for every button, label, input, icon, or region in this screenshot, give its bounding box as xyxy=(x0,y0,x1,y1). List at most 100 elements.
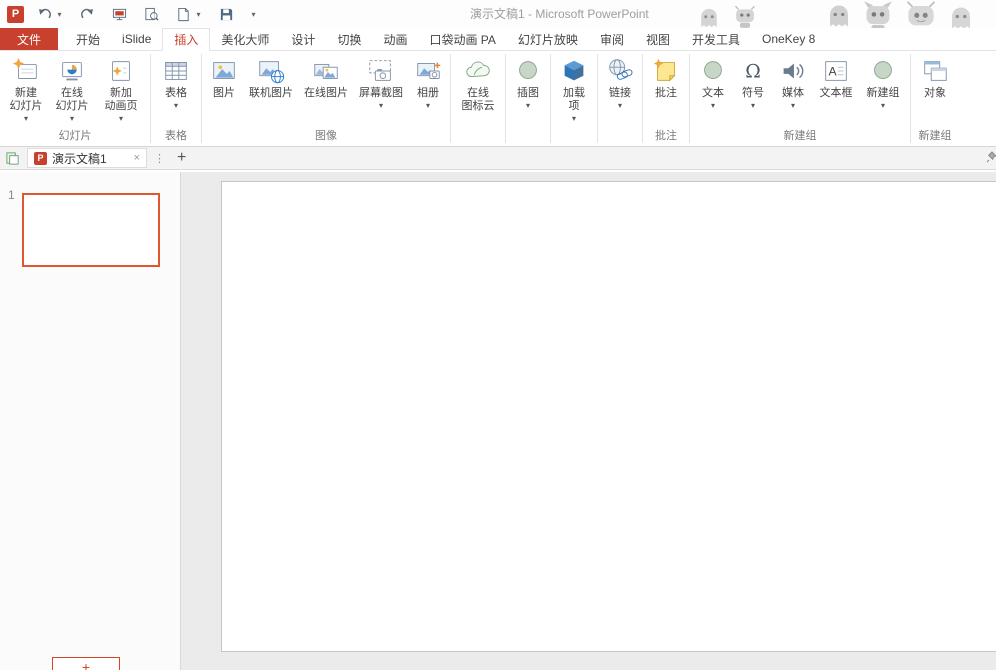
textbox-icon: A xyxy=(821,55,851,87)
add-slide-button[interactable]: + xyxy=(52,657,120,670)
online-slides-icon xyxy=(57,55,87,87)
undo-button[interactable] xyxy=(34,3,54,25)
pin-icon[interactable] xyxy=(986,151,996,166)
svg-text:Ω: Ω xyxy=(745,62,761,83)
button-label: 图片 xyxy=(213,87,235,100)
textbox-button[interactable]: A 文本框 xyxy=(813,51,859,129)
button-label: 符号 xyxy=(742,87,764,100)
print-preview-button[interactable] xyxy=(141,3,161,25)
symbol-button[interactable]: Ω 符号 xyxy=(733,51,773,129)
document-tab[interactable]: P 演示文稿1 × xyxy=(27,148,147,168)
slideshow-monitor-icon xyxy=(112,7,127,22)
button-label: 文本 xyxy=(702,87,724,100)
dropdown-caret-icon xyxy=(618,100,622,109)
tab-list-button[interactable] xyxy=(3,149,21,167)
new-document-dropdown-caret[interactable] xyxy=(193,3,204,25)
link-icon xyxy=(605,55,635,87)
tab-view[interactable]: 视图 xyxy=(635,28,681,50)
button-label: 对象 xyxy=(924,87,946,100)
comment-button[interactable]: 批注 xyxy=(646,51,686,129)
print-preview-icon xyxy=(144,7,159,22)
tab-review[interactable]: 审阅 xyxy=(589,28,635,50)
ribbon-group-icon-cloud: 在线 图标云 xyxy=(453,51,503,146)
table-button[interactable]: 表格 xyxy=(154,51,198,129)
ribbon-tab-row: 文件 开始 iSlide 插入 美化大师 设计 切换 动画 口袋动画 PA 幻灯… xyxy=(0,28,996,51)
group-label-empty xyxy=(454,129,502,146)
ribbon-group-slides: 新建 幻灯片 在线 幻灯片 新加 动画页 幻灯片 xyxy=(2,51,148,146)
text-button[interactable]: 文本 xyxy=(693,51,733,129)
save-button[interactable] xyxy=(216,3,236,25)
photo-album-button[interactable]: 相册 xyxy=(409,51,447,129)
dropdown-caret-icon xyxy=(751,100,755,109)
dropdown-caret-icon xyxy=(426,100,430,109)
online-icon-cloud-button[interactable]: 在线 图标云 xyxy=(454,51,502,129)
group-label-comments: 批注 xyxy=(646,129,686,146)
picture-button[interactable]: 图片 xyxy=(205,51,243,129)
redo-icon xyxy=(80,7,95,22)
add-tab-button[interactable]: + xyxy=(177,150,186,166)
redo-button[interactable] xyxy=(77,3,97,25)
group-divider xyxy=(910,54,911,143)
tab-design[interactable]: 设计 xyxy=(280,28,326,50)
tab-animations[interactable]: 动画 xyxy=(372,28,418,50)
editing-canvas xyxy=(181,172,996,670)
web-images-button[interactable]: 在线图片 xyxy=(299,51,353,129)
media-button[interactable]: 媒体 xyxy=(773,51,813,129)
online-picture-button[interactable]: 联机图片 xyxy=(243,51,299,129)
new-slide-button[interactable]: 新建 幻灯片 xyxy=(3,51,49,129)
button-label: 媒体 xyxy=(782,87,804,100)
button-label: 项 xyxy=(569,100,580,113)
addin-button[interactable]: 加载 项 xyxy=(554,51,594,129)
start-slideshow-button[interactable] xyxy=(109,3,129,25)
mascot-ghost-icon xyxy=(824,2,854,30)
illustration-circle-icon xyxy=(513,55,543,87)
button-label: 动画页 xyxy=(105,100,138,113)
button-label: 表格 xyxy=(165,87,187,100)
link-button[interactable]: 链接 xyxy=(601,51,639,129)
tab-slideshow[interactable]: 幻灯片放映 xyxy=(507,28,589,50)
window-title: 演示文稿1 - Microsoft PowerPoint xyxy=(470,0,649,28)
title-bar: P 演示文稿1 - Microsoft PowerPoint xyxy=(0,0,996,28)
tab-home[interactable]: 开始 xyxy=(65,28,111,50)
customize-quick-access-caret[interactable] xyxy=(248,3,259,25)
new-slide-icon xyxy=(11,55,41,87)
tab-developer[interactable]: 开发工具 xyxy=(681,28,751,50)
illustration-button[interactable]: 插图 xyxy=(509,51,547,129)
tab-transitions[interactable]: 切换 xyxy=(326,28,372,50)
button-label: 新建组 xyxy=(867,87,900,100)
new-document-button[interactable] xyxy=(173,3,193,25)
text-circle-icon xyxy=(698,55,728,87)
new-group-button[interactable]: 新建组 xyxy=(859,51,907,129)
powerpoint-doc-icon: P xyxy=(34,152,47,165)
omega-symbol-icon: Ω xyxy=(738,55,768,87)
button-label: 图标云 xyxy=(462,100,495,113)
button-label: 批注 xyxy=(655,87,677,100)
web-images-icon xyxy=(311,55,341,87)
slide-number: 1 xyxy=(8,188,15,202)
picture-icon xyxy=(209,55,239,87)
slide-editing-surface[interactable] xyxy=(221,181,996,652)
button-label: 新加 xyxy=(110,87,132,100)
tab-onekey[interactable]: OneKey 8 xyxy=(751,28,826,50)
tab-islide[interactable]: iSlide xyxy=(111,28,162,50)
new-animation-page-button[interactable]: 新加 动画页 xyxy=(95,51,147,129)
tab-file[interactable]: 文件 xyxy=(0,28,58,50)
dropdown-caret-icon xyxy=(174,100,178,109)
close-tab-icon[interactable]: × xyxy=(134,152,140,164)
group-label-slides: 幻灯片 xyxy=(3,129,147,146)
tab-insert[interactable]: 插入 xyxy=(162,28,210,51)
slide-thumbnail[interactable] xyxy=(22,193,160,267)
online-slides-button[interactable]: 在线 幻灯片 xyxy=(49,51,95,129)
speaker-icon xyxy=(778,55,808,87)
undo-dropdown-caret[interactable] xyxy=(54,3,65,25)
tab-menu-icon[interactable]: ⋮ xyxy=(154,152,165,165)
tab-pocket-animation[interactable]: 口袋动画 PA xyxy=(418,28,506,50)
button-label: 幻灯片 xyxy=(10,100,43,113)
object-button[interactable]: 对象 xyxy=(914,51,956,129)
document-tab-label: 演示文稿1 xyxy=(52,150,129,167)
button-label: 文本框 xyxy=(820,87,853,100)
screenshot-button[interactable]: 屏幕截图 xyxy=(353,51,409,129)
tab-meihua-dashi[interactable]: 美化大师 xyxy=(210,28,280,50)
group-label-new-group: 新建组 xyxy=(914,129,956,146)
button-label: 链接 xyxy=(609,87,631,100)
